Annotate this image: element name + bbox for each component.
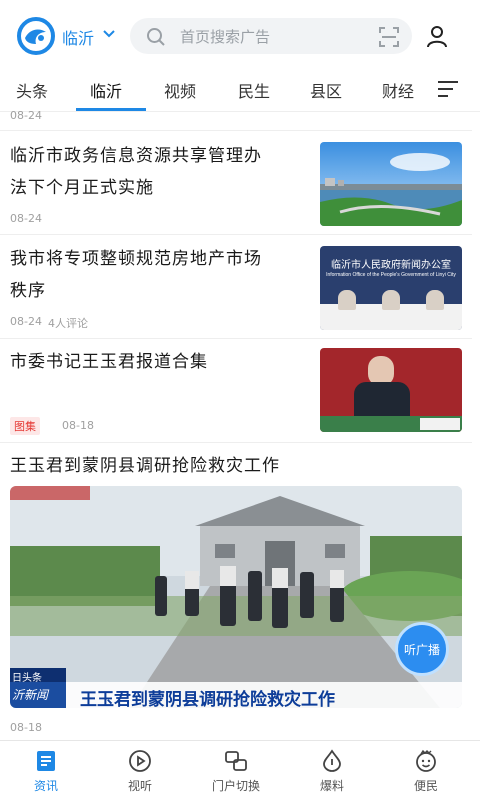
app-logo-icon[interactable] bbox=[16, 16, 56, 56]
tab-finance[interactable]: 财经 bbox=[382, 78, 414, 102]
scan-icon[interactable] bbox=[378, 26, 400, 48]
switch-icon bbox=[225, 751, 247, 771]
play-icon bbox=[129, 750, 151, 772]
item-date: 08-18 bbox=[10, 721, 42, 734]
chevron-down-icon[interactable] bbox=[100, 24, 118, 42]
item-date: 08-24 bbox=[10, 315, 42, 328]
menu-icon[interactable] bbox=[438, 80, 458, 98]
video-caption: 王玉君到蒙阴县调研抢险救灾工作 bbox=[80, 690, 335, 708]
thumbnail-image[interactable] bbox=[320, 348, 462, 432]
bottom-navigation: 资讯 视听 门户切换 爆料 便民 bbox=[0, 740, 480, 800]
thumbnail-image[interactable] bbox=[320, 142, 462, 226]
nav-label: 门户切换 bbox=[211, 779, 260, 793]
divider bbox=[0, 338, 472, 339]
thumbnail-image[interactable]: 临沂市人民政府新闻办公室 Information Office of the P… bbox=[320, 246, 462, 330]
headline-text[interactable]: 市委书记王玉君报道合集 bbox=[10, 346, 310, 378]
nav-item-audio-video[interactable]: 视听 bbox=[100, 741, 180, 800]
tab-headlines[interactable]: 头条 bbox=[16, 78, 48, 102]
app-header: 临沂 首页搜索广告 bbox=[0, 0, 480, 70]
tab-linyi[interactable]: 临沂 bbox=[90, 78, 122, 102]
tab-livelihood[interactable]: 民生 bbox=[238, 78, 270, 102]
nav-label: 便民 bbox=[413, 779, 438, 793]
service-icon bbox=[416, 749, 436, 772]
tab-counties[interactable]: 县区 bbox=[310, 78, 342, 102]
search-bar[interactable] bbox=[130, 18, 412, 54]
headline-text[interactable]: 我市将专项整顿规范房地产市场 秩序 bbox=[10, 243, 310, 307]
divider bbox=[0, 234, 472, 235]
nav-item-tip-off[interactable]: 爆料 bbox=[292, 741, 372, 800]
city-selector-label[interactable]: 临沂 bbox=[62, 25, 94, 49]
item-date: 08-18 bbox=[62, 419, 94, 432]
comment-count: 4人评论 bbox=[48, 317, 88, 330]
tab-video[interactable]: 视频 bbox=[164, 78, 196, 102]
search-icon bbox=[147, 28, 165, 46]
active-tab-indicator bbox=[76, 108, 146, 111]
divider bbox=[0, 130, 472, 131]
user-profile-icon[interactable] bbox=[425, 24, 449, 48]
nav-label: 爆料 bbox=[319, 779, 344, 793]
listen-radio-button[interactable]: 听广播 bbox=[395, 622, 449, 676]
search-placeholder[interactable]: 首页搜索广告 bbox=[180, 26, 270, 47]
video-badge-top: 日头条 bbox=[12, 673, 42, 684]
video-frame-image bbox=[10, 486, 462, 708]
headline-text[interactable]: 王玉君到蒙阴县调研抢险救灾工作 bbox=[10, 450, 470, 482]
nav-item-portal-switch[interactable]: 门户切换 bbox=[196, 741, 276, 800]
tip-off-icon bbox=[323, 749, 341, 772]
divider bbox=[0, 442, 472, 443]
gallery-tag-badge: 图集 bbox=[10, 417, 40, 435]
news-icon bbox=[37, 751, 55, 771]
item-date: 08-24 bbox=[10, 212, 42, 225]
nav-item-convenience[interactable]: 便民 bbox=[386, 741, 466, 800]
headline-text[interactable]: 临沂市政务信息资源共享管理办 法下个月正式实施 bbox=[10, 140, 310, 204]
nav-label: 视听 bbox=[127, 779, 152, 793]
video-thumbnail[interactable]: 日头条 沂新闻 王玉君到蒙阴县调研抢险救灾工作 bbox=[10, 486, 462, 708]
nav-label: 资讯 bbox=[33, 779, 58, 793]
partial-item-date: 08-24 bbox=[10, 109, 42, 122]
video-badge-bottom: 沂新闻 bbox=[12, 688, 49, 702]
category-tabs: 头条 临沂 视频 民生 县区 财经 bbox=[0, 70, 480, 112]
nav-item-news[interactable]: 资讯 bbox=[6, 741, 86, 800]
